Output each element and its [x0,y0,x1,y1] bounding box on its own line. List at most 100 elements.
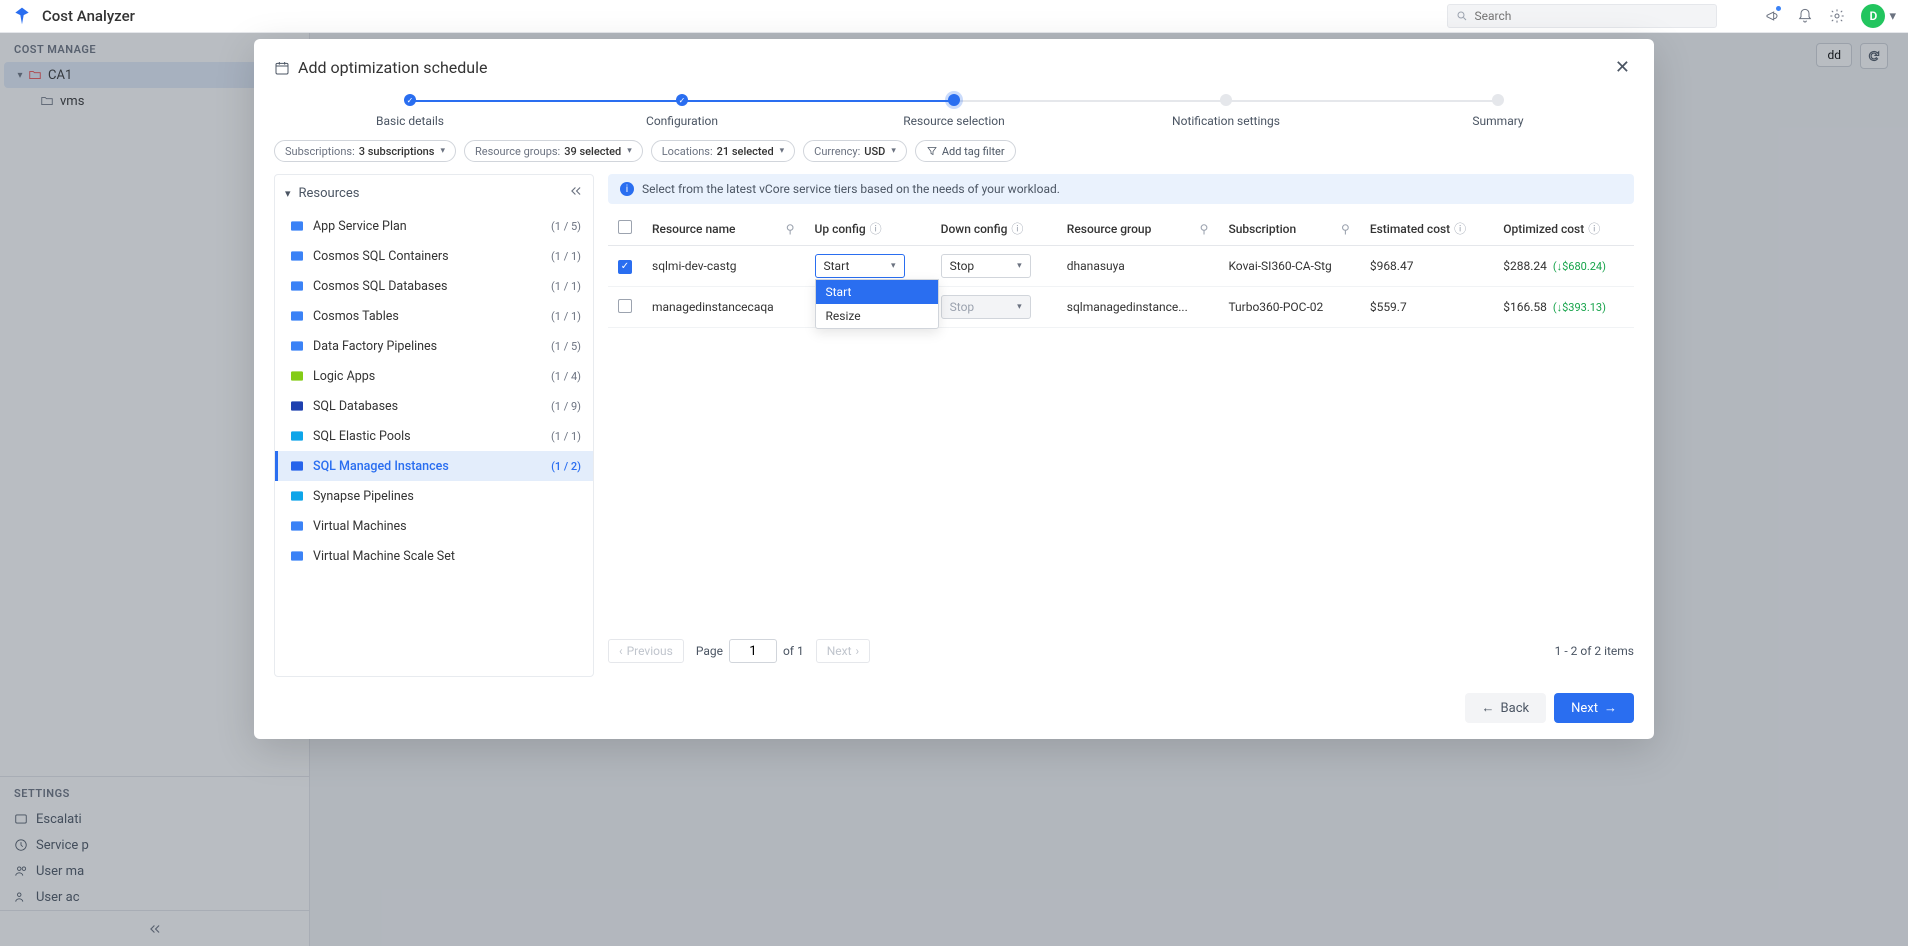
filter-resource-groups[interactable]: Resource groups:39 selected▾ [464,140,643,162]
down-config-select: Stop▾ [941,295,1031,319]
filter-subscriptions[interactable]: Subscriptions:3 subscriptions▾ [274,140,456,162]
filter-bar: Subscriptions:3 subscriptions▾ Resource … [254,140,1654,174]
resource-type-icon [289,488,305,504]
chevron-down-icon: ▾ [627,146,632,156]
back-button[interactable]: ←Back [1465,693,1547,723]
row-checkbox[interactable] [618,299,632,313]
table-row: sqlmi-dev-castg Start▾ Start Resize Stop… [608,246,1634,287]
modal-header: Add optimization schedule ✕ [254,39,1654,94]
resource-type-icon [289,338,305,354]
stepper: Basic details Configuration Resource sel… [254,94,1654,140]
avatar[interactable]: D [1861,4,1885,28]
dropdown-option[interactable]: Resize [816,304,938,328]
bell-icon[interactable] [1789,0,1821,32]
resource-type-icon [289,548,305,564]
up-config-select[interactable]: Start▾ Start Resize [815,254,905,278]
modal-overlay: Add optimization schedule ✕ Basic detail… [0,33,1908,946]
calendar-icon [274,60,290,76]
resources-heading: Resources [299,186,360,201]
resource-content: i Select from the latest vCore service t… [608,174,1634,677]
step-dot [1492,94,1504,106]
resource-type-item[interactable]: Cosmos Tables(1 / 1) [275,301,593,331]
filter-locations[interactable]: Locations:21 selected▾ [651,140,795,162]
app-title: Cost Analyzer [42,7,135,25]
dropdown: Start Resize [815,279,939,329]
arrow-left-icon: ← [1482,700,1495,716]
info-icon: ⓘ [870,222,882,236]
info-icon: ⓘ [1588,222,1600,236]
modal-title: Add optimization schedule [298,58,487,77]
info-icon: ⓘ [1454,222,1466,236]
avatar-caret-icon[interactable]: ▾ [1889,9,1896,24]
gear-icon[interactable] [1821,0,1853,32]
step-dot [1220,94,1232,106]
resource-table: Resource name⚲ Up configⓘ Down configⓘ R… [608,212,1634,328]
modal: Add optimization schedule ✕ Basic detail… [254,39,1654,739]
resource-type-icon [289,458,305,474]
search-input[interactable] [1474,9,1708,23]
chevron-down-icon[interactable]: ▾ [285,187,291,200]
add-tag-filter[interactable]: Add tag filter [915,140,1016,162]
resource-type-item[interactable]: SQL Elastic Pools(1 / 1) [275,421,593,451]
resource-type-item[interactable]: Virtual Machines [275,511,593,541]
resource-type-icon [289,518,305,534]
resource-type-icon [289,218,305,234]
chevron-double-left-icon [569,184,583,198]
search-icon [1456,10,1468,22]
row-checkbox[interactable] [618,260,632,274]
resource-type-icon [289,398,305,414]
resource-type-icon [289,248,305,264]
app-logo [12,6,32,26]
chevron-down-icon: ▾ [891,146,896,156]
modal-footer: ←Back Next→ [254,677,1654,739]
filter-icon[interactable]: ⚲ [1341,222,1350,236]
chevron-down-icon: ▾ [780,146,785,156]
info-icon: ⓘ [1011,222,1023,236]
resource-type-item[interactable]: Data Factory Pipelines(1 / 5) [275,331,593,361]
step-dot [948,94,960,106]
resource-type-item[interactable]: SQL Managed Instances(1 / 2) [275,451,593,481]
resource-type-item[interactable]: App Service Plan(1 / 5) [275,211,593,241]
chevron-down-icon: ▾ [1017,302,1022,312]
close-button[interactable]: ✕ [1611,53,1634,82]
select-all-checkbox[interactable] [618,220,632,234]
chevron-down-icon: ▾ [1017,261,1022,271]
page-input[interactable] [729,639,777,663]
chevron-right-icon: › [856,644,860,658]
chevron-down-icon: ▾ [891,261,896,271]
down-config-select[interactable]: Stop▾ [941,254,1031,278]
filter-icon [926,145,938,157]
resource-type-list: ▾ Resources App Service Plan(1 / 5)Cosmo… [274,174,594,677]
next-button[interactable]: Next→ [1554,693,1634,723]
resource-type-icon [289,278,305,294]
resource-type-item[interactable]: Cosmos SQL Containers(1 / 1) [275,241,593,271]
search-input-wrap[interactable] [1447,4,1717,28]
resource-type-icon [289,308,305,324]
resource-type-icon [289,368,305,384]
dropdown-option[interactable]: Start [816,280,938,304]
info-icon: i [620,182,634,196]
chevron-down-icon: ▾ [440,146,445,156]
resource-type-item[interactable]: SQL Databases(1 / 9) [275,391,593,421]
pager-info: 1 - 2 of 2 items [1555,644,1634,658]
resource-type-icon [289,428,305,444]
filter-currency[interactable]: Currency:USD▾ [803,140,907,162]
arrow-right-icon: → [1604,700,1617,716]
filter-icon[interactable]: ⚲ [1200,222,1209,236]
top-bar: Cost Analyzer D ▾ [0,0,1908,33]
step-dot [676,94,688,106]
pager: ‹Previous Page of 1 Next› 1 - 2 of 2 ite… [608,625,1634,677]
resource-type-item[interactable]: Cosmos SQL Databases(1 / 1) [275,271,593,301]
chevron-left-icon: ‹ [619,644,623,658]
resource-type-item[interactable]: Synapse Pipelines [275,481,593,511]
resource-type-item[interactable]: Virtual Machine Scale Set [275,541,593,571]
info-banner: i Select from the latest vCore service t… [608,174,1634,204]
filter-icon[interactable]: ⚲ [786,222,795,236]
step-dot [404,94,416,106]
announcements-icon[interactable] [1757,0,1789,32]
table-row: managedinstancecaqa ▾ Stop▾ sqlmanagedin… [608,287,1634,328]
resource-type-item[interactable]: Logic Apps(1 / 4) [275,361,593,391]
prev-page-button[interactable]: ‹Previous [608,639,684,663]
collapse-panel-button[interactable] [569,184,583,202]
next-page-button[interactable]: Next› [816,639,870,663]
